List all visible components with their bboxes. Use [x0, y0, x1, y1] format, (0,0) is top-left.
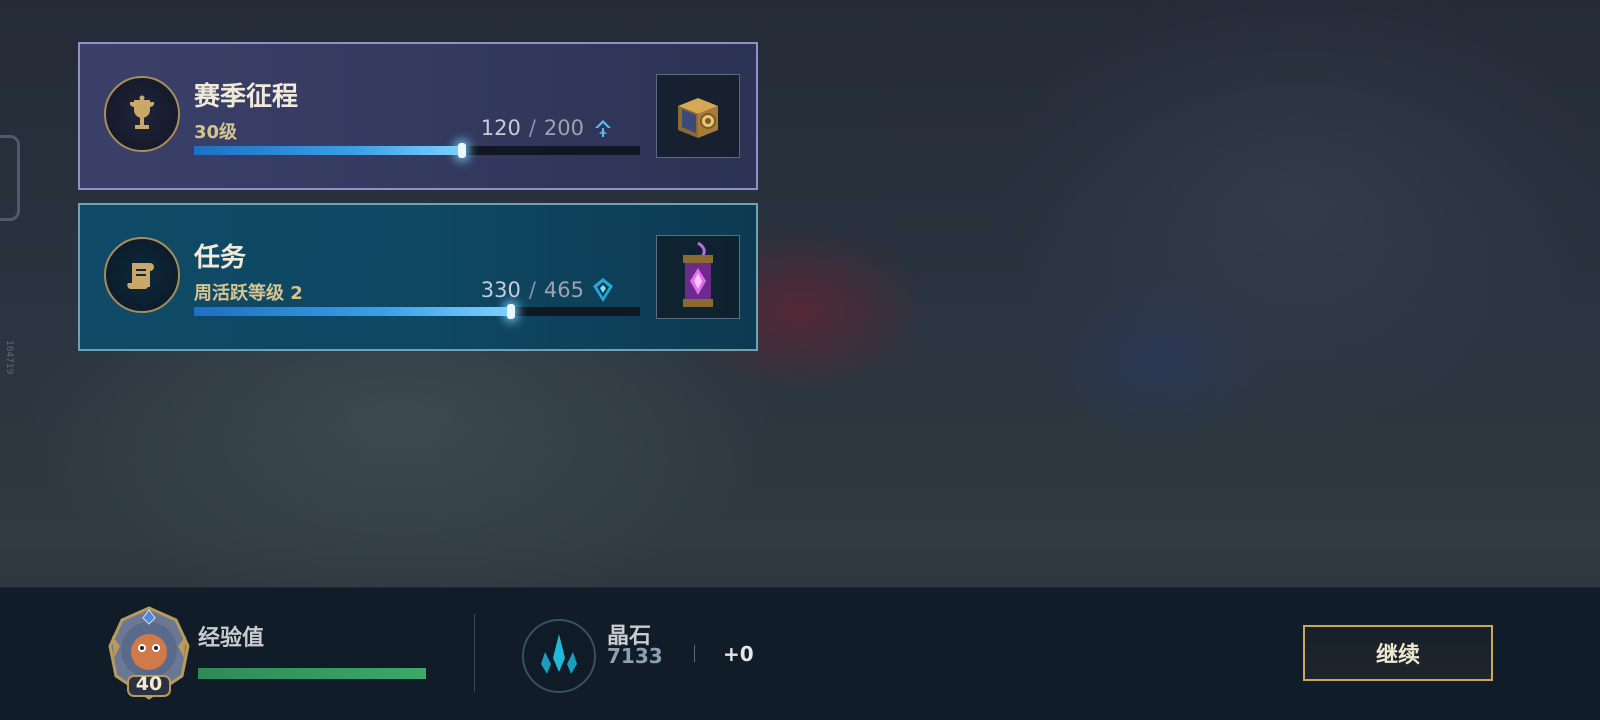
exp-progress-track — [198, 668, 426, 679]
side-hex-frame — [0, 135, 20, 221]
crystal-gain: +0 — [723, 642, 754, 666]
season-title: 赛季征程 — [194, 82, 299, 112]
task-progress-separator: / — [528, 278, 536, 302]
task-progress-count: 330 / 465 — [481, 277, 614, 303]
task-progress-fill — [194, 304, 515, 319]
avatar-level: 40 — [135, 673, 163, 695]
crystal-divider — [694, 645, 695, 662]
crystal-icon — [522, 619, 596, 693]
season-progress-fill — [194, 143, 466, 158]
bottom-divider — [474, 614, 475, 692]
exp-label: 经验值 — [198, 626, 265, 651]
continue-button[interactable]: 继续 — [1303, 625, 1493, 681]
purple-lantern-icon — [683, 241, 713, 307]
side-code-text: 164719 — [4, 340, 14, 375]
scroll-icon — [127, 263, 154, 290]
crystal-value: 7133 — [607, 644, 663, 668]
task-progress-track — [194, 304, 640, 319]
task-weekly-level: 周活跃等级 2 — [194, 283, 303, 304]
season-reward-slot[interactable] — [656, 74, 740, 158]
task-progress-max: 465 — [543, 278, 584, 302]
double-chevron-up-icon — [595, 120, 611, 137]
exp-progress-fill — [198, 668, 426, 679]
season-progress-track — [194, 143, 640, 158]
season-progress-count: 120 / 200 — [481, 116, 614, 140]
season-progress-separator: / — [528, 116, 536, 140]
season-level: 30级 — [194, 122, 238, 143]
task-reward-slot[interactable] — [656, 235, 740, 319]
season-progress-max: 200 — [543, 116, 584, 140]
task-emblem — [104, 237, 180, 313]
season-emblem — [104, 76, 180, 152]
season-journey-card[interactable]: 赛季征程 30级 120 / 200 — [78, 42, 758, 190]
blue-gem-icon — [593, 278, 613, 302]
task-card[interactable]: 任务 周活跃等级 2 330 / 465 — [78, 203, 758, 351]
task-progress-current: 330 — [480, 278, 521, 302]
treasure-chest-icon — [678, 98, 718, 138]
season-progress-current: 120 — [480, 116, 521, 140]
result-screen: 164719 赛季征程 30级 120 / 200 任务 周活跃等级 2 330… — [0, 0, 1600, 720]
trophy-icon — [129, 95, 155, 129]
task-title: 任务 — [194, 243, 247, 273]
